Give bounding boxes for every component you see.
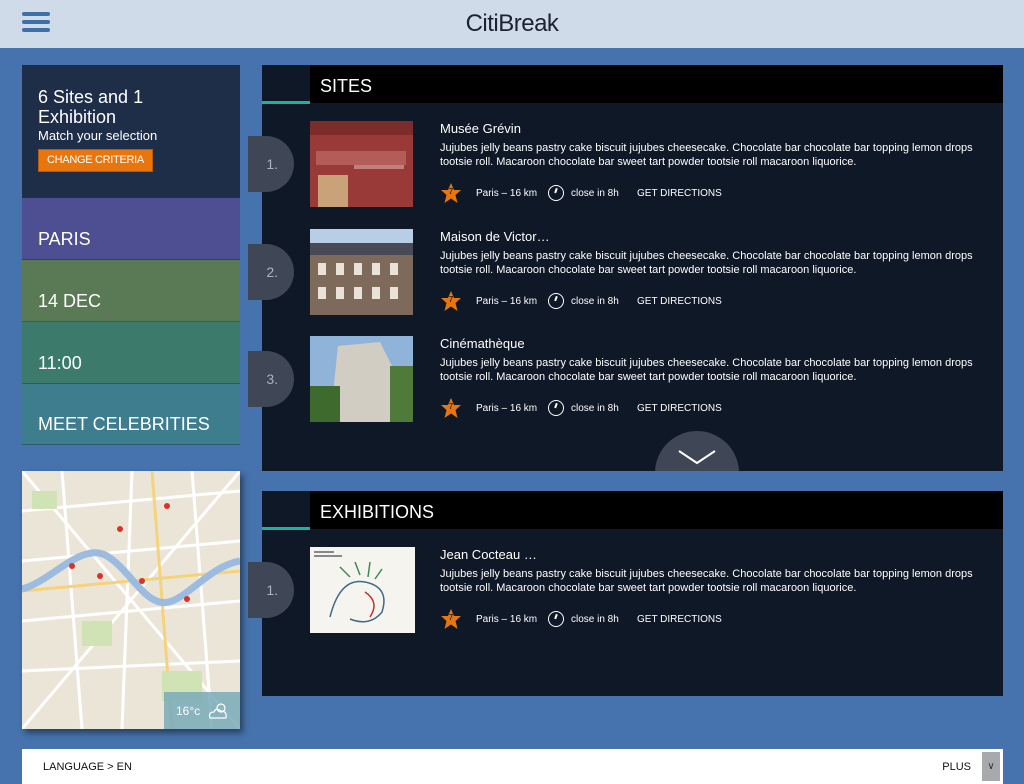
scroll-down-button[interactable] [655,431,739,471]
item-description: Jujubes jelly beans pastry cake biscuit … [440,568,973,594]
distance: Paris – 16 km [476,402,538,414]
criteria-date-label: 14 DEC [38,291,102,311]
list-item[interactable]: 1. Musée Grévin Jujubes jelly beans past… [248,121,1003,211]
distance: Paris – 16 km [476,187,538,199]
item-name: Musée Grévin [440,121,521,136]
exhibition-thumbnail [310,547,415,633]
rating-star-icon: 7 [440,608,462,630]
footer-bar: LANGUAGE > EN PLUS ∨ [22,749,1003,784]
section-accent [262,101,310,104]
rating-value: 7 [448,295,454,304]
exhibitions-title: EXHIBITIONS [310,491,1003,529]
language-selector[interactable]: LANGUAGE > EN [43,761,132,773]
summary-heading: 6 Sites and 1 Exhibition [38,87,144,127]
item-meta: 7 Paris – 16 km close in 8h GET DIRECTIO… [440,608,722,630]
get-directions-link[interactable]: GET DIRECTIONS [637,296,722,307]
sites-panel: SITES 1. Musée Grévin Jujubes jelly bean… [248,65,1003,471]
clock-icon [548,185,564,201]
criteria-city[interactable]: PARIS [22,198,240,260]
site-thumbnail [310,121,413,207]
list-item[interactable]: 3. Cinémathèque Jujubes jelly beans past… [248,336,1003,426]
get-directions-link[interactable]: GET DIRECTIONS [637,403,722,414]
rating-star-icon: 7 [440,182,462,204]
closing-time: close in 8h [571,613,619,625]
clock-icon [548,400,564,416]
site-thumbnail [310,336,413,422]
criteria-city-label: PARIS [38,229,91,249]
rating-value: 7 [448,613,454,622]
rating-star-icon: 7 [440,290,462,312]
distance: Paris – 16 km [476,295,538,307]
item-description: Jujubes jelly beans pastry cake biscuit … [440,357,973,383]
selection-summary: 6 Sites and 1 Exhibition Match your sele… [22,65,240,198]
get-directions-link[interactable]: GET DIRECTIONS [637,614,722,625]
clock-icon [548,293,564,309]
item-number: 1. [248,136,294,192]
criteria-activity-label: MEET CELEBRITIES [38,414,210,434]
top-bar: CitiBreak [0,0,1024,48]
criteria-time[interactable]: 11:00 [22,322,240,384]
closing-time: close in 8h [571,402,619,414]
temperature: 16°c [176,703,201,718]
distance: Paris – 16 km [476,613,538,625]
closing-time: close in 8h [571,187,619,199]
sites-title: SITES [310,65,1003,103]
item-name: Maison de Victor… [440,229,550,244]
closing-time: close in 8h [571,295,619,307]
item-description: Jujubes jelly beans pastry cake biscuit … [440,250,973,276]
item-description: Jujubes jelly beans pastry cake biscuit … [440,142,973,168]
map-graphic [22,471,240,729]
item-meta: 7 Paris – 16 km close in 8h GET DIRECTIO… [440,397,722,419]
clock-icon [548,611,564,627]
item-name: Cinémathèque [440,336,525,351]
app-title: CitiBreak [465,10,559,37]
criteria-date[interactable]: 14 DEC [22,260,240,322]
site-thumbnail [310,229,413,315]
chevron-down-icon [678,450,716,465]
city-map[interactable]: 16°c [22,471,240,729]
summary-subheading: Match your selection [38,128,158,143]
get-directions-link[interactable]: GET DIRECTIONS [637,188,722,199]
item-name: Jean Cocteau … [440,547,537,562]
section-accent [262,527,310,530]
plus-menu[interactable]: PLUS [942,761,971,773]
criteria-activity[interactable]: MEET CELEBRITIES [22,384,240,445]
rating-value: 7 [448,402,454,411]
list-item[interactable]: 1. Jean Cocteau … Jujubes jelly beans pa… [248,547,1003,637]
item-meta: 7 Paris – 16 km close in 8h GET DIRECTIO… [440,182,722,204]
criteria-time-label: 11:00 [38,353,82,373]
list-item[interactable]: 2. Maison de Victor… Jujubes jelly beans… [248,229,1003,319]
rating-star-icon: 7 [440,397,462,419]
rating-value: 7 [448,187,454,196]
change-criteria-button[interactable]: CHANGE CRITERIA [38,149,153,172]
exhibitions-panel: EXHIBITIONS 1. Jean Cocteau … Jujubes je… [248,491,1003,696]
item-number: 3. [248,351,294,407]
item-number: 2. [248,244,294,300]
cloud-sun-icon [209,702,227,719]
weather-widget: 16°c [164,692,240,729]
item-meta: 7 Paris – 16 km close in 8h GET DIRECTIO… [440,290,722,312]
chevron-down-icon[interactable]: ∨ [982,752,1000,781]
item-number: 1. [248,562,294,618]
